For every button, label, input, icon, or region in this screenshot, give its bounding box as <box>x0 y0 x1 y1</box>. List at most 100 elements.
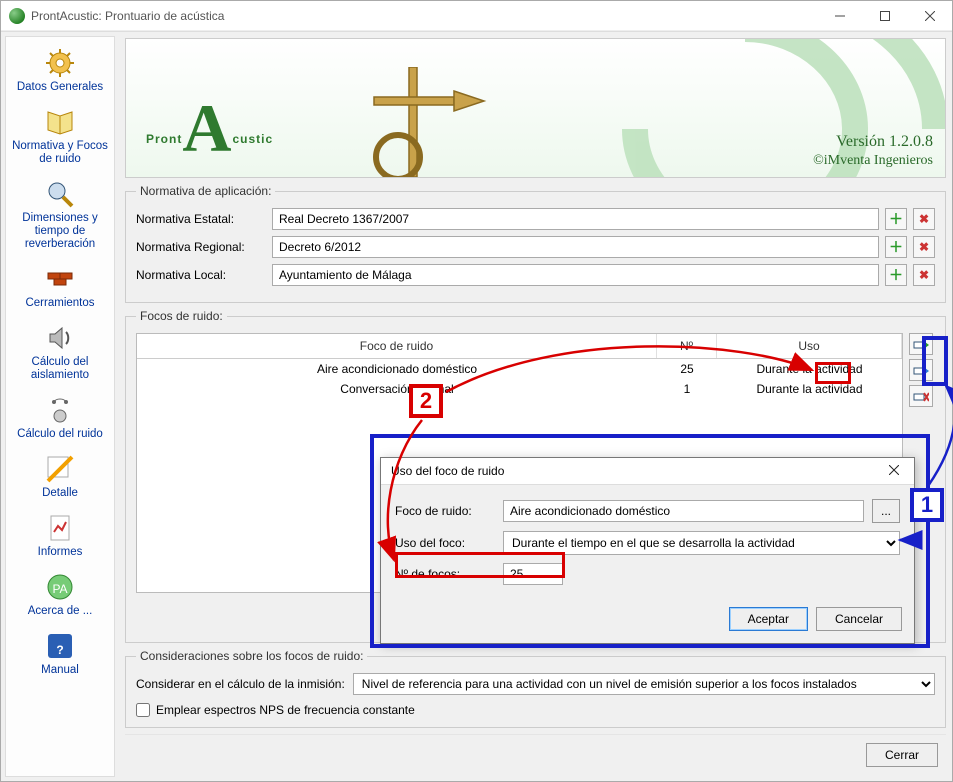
help-icon: ? <box>44 630 76 662</box>
row-regional: Normativa Regional: ＋ ✖ <box>136 236 935 258</box>
sidebar-item-aislamiento[interactable]: Cálculo del aislamiento <box>6 318 114 388</box>
sidebar-item-dimensiones[interactable]: Dimensiones y tiempo de reverberación <box>6 174 114 257</box>
product-prefix: Pront <box>146 132 182 146</box>
sidebar-item-ruido[interactable]: Cálculo del ruido <box>6 390 114 447</box>
modal-input-foco[interactable] <box>503 500 864 522</box>
normativa-group: Normativa de aplicación: Normativa Estat… <box>125 184 946 303</box>
edit-foco-button[interactable] <box>909 359 933 381</box>
th-n: Nº <box>657 334 717 358</box>
chk-espectros[interactable]: Emplear espectros NPS de frecuencia cons… <box>136 703 935 717</box>
normativa-legend: Normativa de aplicación: <box>136 184 275 198</box>
sidebar: Datos Generales Normativa y Focos de rui… <box>5 36 115 777</box>
sidebar-item-cerramientos[interactable]: Cerramientos <box>6 259 114 316</box>
app-window: ProntAcustic: Prontuario de acústica Dat… <box>0 0 953 782</box>
chk-espectros-input[interactable] <box>136 703 150 717</box>
sidebar-item-label: Dimensiones y tiempo de reverberación <box>8 212 112 251</box>
bricks-icon <box>44 263 76 295</box>
cell-uso: Durante la actividad <box>717 379 902 399</box>
sidebar-item-detalle[interactable]: Detalle <box>6 449 114 506</box>
modal-input-n[interactable] <box>503 563 563 585</box>
modal-titlebar: Uso del foco de ruido <box>381 458 914 485</box>
considera-label: Considerar en el cálculo de la inmisión: <box>136 677 345 691</box>
maximize-button[interactable] <box>862 1 907 30</box>
copyright-label: ©iMventa Ingenieros <box>813 153 933 169</box>
sidebar-item-label: Cálculo del ruido <box>8 428 112 441</box>
modal-uso-foco: Uso del foco de ruido Foco de ruido: ...… <box>380 457 915 644</box>
modal-title: Uso del foco de ruido <box>391 464 504 478</box>
x-icon: ✖ <box>919 268 929 282</box>
th-uso: Uso <box>717 334 902 358</box>
speaker-icon <box>44 322 76 354</box>
delete-row-icon <box>913 389 929 403</box>
modal-close-button[interactable] <box>884 464 904 478</box>
consideraciones-legend: Consideraciones sobre los focos de ruido… <box>136 649 367 663</box>
x-icon: ✖ <box>919 240 929 254</box>
main-panel: ProntAcustic Versión 1.2.0.8 ©iMventa In… <box>119 32 952 781</box>
input-local[interactable] <box>272 264 879 286</box>
modal-label-uso: Uso del foco: <box>395 536 495 550</box>
modal-browse-button[interactable]: ... <box>872 499 900 523</box>
table-row[interactable]: Aire acondicionado doméstico 25 Durante … <box>137 359 902 379</box>
modal-row-n: Nº de focos: <box>395 563 900 585</box>
modal-accept-button[interactable]: Aceptar <box>729 607 808 631</box>
chk-espectros-label: Emplear espectros NPS de frecuencia cons… <box>156 703 415 717</box>
footer: Cerrar <box>125 734 946 775</box>
title-bar: ProntAcustic: Prontuario de acústica <box>1 1 952 31</box>
svg-text:PA: PA <box>52 582 67 596</box>
delete-foco-button[interactable] <box>909 385 933 407</box>
magnifier-icon <box>44 178 76 210</box>
considera-select[interactable]: Nivel de referencia para una actividad c… <box>353 673 935 695</box>
minimize-button[interactable] <box>817 1 862 30</box>
input-regional[interactable] <box>272 236 879 258</box>
notes-icon <box>44 394 76 426</box>
svg-text:?: ? <box>56 643 63 657</box>
banner: ProntAcustic Versión 1.2.0.8 ©iMventa In… <box>125 38 946 178</box>
add-local-button[interactable]: ＋ <box>885 264 907 286</box>
window-controls <box>817 1 952 30</box>
add-estatal-button[interactable]: ＋ <box>885 208 907 230</box>
minimize-icon <box>835 11 845 21</box>
report-icon <box>44 512 76 544</box>
modal-label-foco: Foco de ruido: <box>395 504 495 518</box>
modal-select-uso[interactable]: Durante el tiempo en el que se desarroll… <box>503 531 900 555</box>
sidebar-item-datos-generales[interactable]: Datos Generales <box>6 43 114 100</box>
modal-label-n: Nº de focos: <box>395 567 495 581</box>
plus-icon: ＋ <box>889 237 903 257</box>
sidebar-item-normativa[interactable]: Normativa y Focos de ruido <box>6 102 114 172</box>
label-local: Normativa Local: <box>136 268 266 282</box>
sidebar-item-manual[interactable]: ? Manual <box>6 626 114 683</box>
cell-foco: Conversación normal <box>137 379 657 399</box>
plus-icon: ＋ <box>889 209 903 229</box>
sidebar-item-label: Datos Generales <box>8 81 112 94</box>
remove-local-button[interactable]: ✖ <box>913 264 935 286</box>
sidebar-item-label: Manual <box>8 664 112 677</box>
product-a: A <box>182 90 232 166</box>
content-area: Datos Generales Normativa y Focos de rui… <box>1 31 952 781</box>
sidebar-item-informes[interactable]: Informes <box>6 508 114 565</box>
remove-regional-button[interactable]: ✖ <box>913 236 935 258</box>
sidebar-item-acerca[interactable]: PA Acerca de ... <box>6 567 114 624</box>
version-label: Versión 1.2.0.8 <box>836 133 933 151</box>
consideraciones-group: Consideraciones sobre los focos de ruido… <box>125 649 946 728</box>
close-main-button[interactable]: Cerrar <box>866 743 938 767</box>
add-foco-button[interactable] <box>909 333 933 355</box>
product-suffix: custic <box>232 132 273 146</box>
add-regional-button[interactable]: ＋ <box>885 236 907 258</box>
sidebar-item-label: Cálculo del aislamiento <box>8 356 112 382</box>
table-row[interactable]: Conversación normal 1 Durante la activid… <box>137 379 902 399</box>
maximize-icon <box>880 11 890 21</box>
input-estatal[interactable] <box>272 208 879 230</box>
modal-cancel-button[interactable]: Cancelar <box>816 607 902 631</box>
about-icon: PA <box>44 571 76 603</box>
table-header: Foco de ruido Nº Uso <box>137 334 902 359</box>
remove-estatal-button[interactable]: ✖ <box>913 208 935 230</box>
edit-row-icon <box>913 363 929 377</box>
trumpet-icon <box>354 67 494 178</box>
th-foco: Foco de ruido <box>137 334 657 358</box>
app-icon <box>9 8 25 24</box>
close-button[interactable] <box>907 1 952 30</box>
sidebar-item-label: Cerramientos <box>8 297 112 310</box>
pencil-ruler-icon <box>44 453 76 485</box>
close-icon <box>889 465 899 475</box>
label-estatal: Normativa Estatal: <box>136 212 266 226</box>
